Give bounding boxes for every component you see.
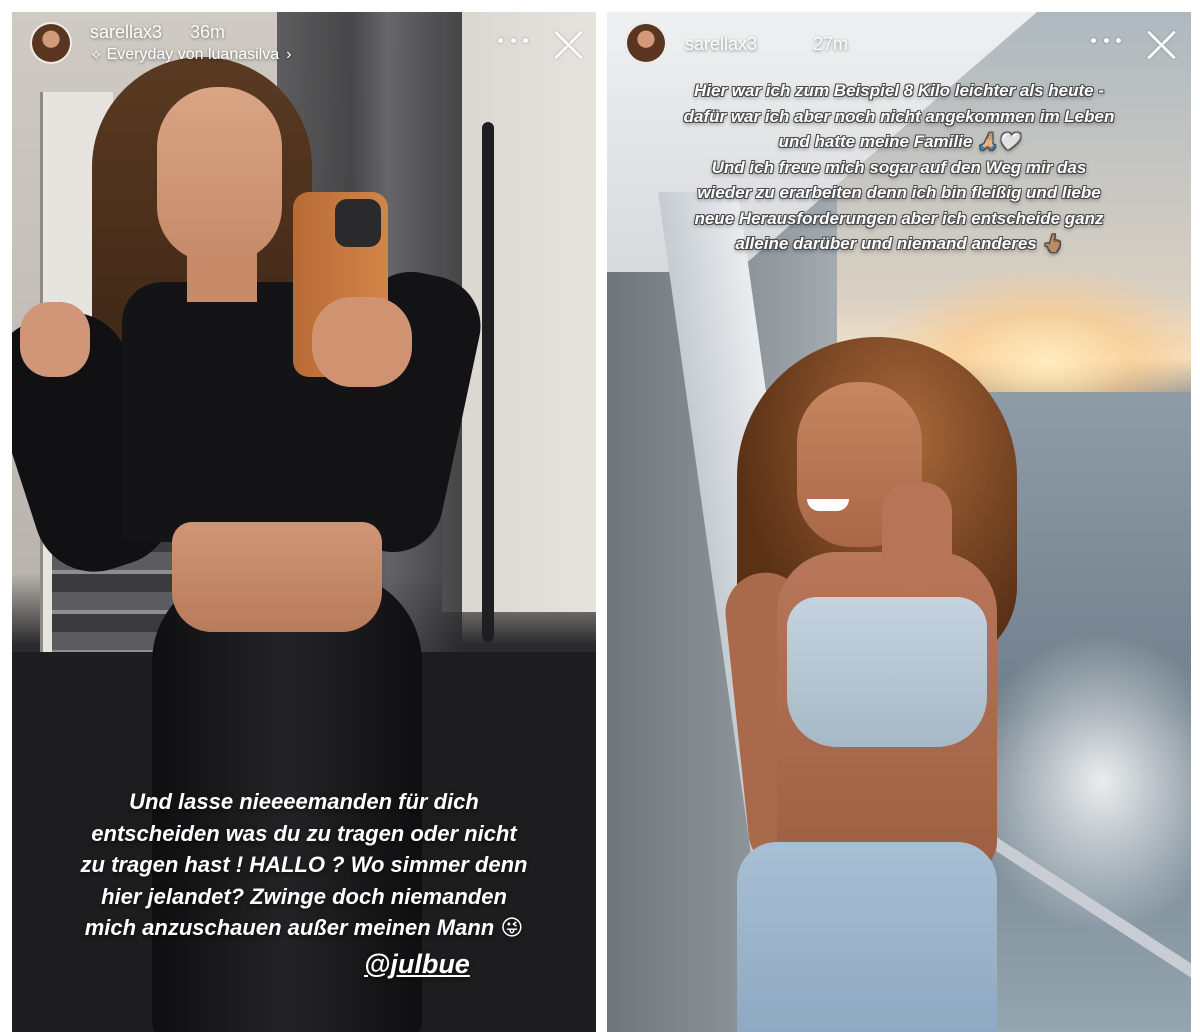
caption-line: und hatte meine Familie 🙏🏼🤍 [778,132,1020,151]
caption-line: hier jelandet? Zwinge doch niemanden [101,883,507,909]
close-icon[interactable] [552,28,584,60]
chevron-right-icon: › [286,46,292,63]
music-attribution[interactable]: ✧ Everyday von luanasilva › [90,46,291,64]
story-caption: Und lasse nieeeemanden für dich entschei… [32,786,576,944]
more-options-icon[interactable] [498,32,528,48]
caption-line: wieder zu erarbeiten denn ich bin fleißi… [697,183,1101,202]
post-time: 36m [190,22,226,42]
post-time: 27m [813,34,849,54]
username[interactable]: sarellax3 [685,34,757,55]
avatar[interactable] [30,22,72,64]
story-header: sarellax3 36m ✧ Everyday von luanasilva … [12,12,596,92]
avatar[interactable] [625,22,667,64]
caption-line: mich anzuschauen außer meinen Mann 😜 [84,915,524,940]
caption-line: dafür war ich aber noch nicht angekommen… [683,106,1115,126]
caption-line: alleine darüber und niemand anderes 👆🏽 [735,234,1063,253]
mention-tag[interactable]: @julbue [364,949,470,980]
story-caption: Hier war ich zum Beispiel 8 Kilo leichte… [627,78,1171,257]
username[interactable]: sarellax3 [90,22,162,43]
music-label: Everyday von luanasilva [106,46,280,63]
caption-line: neue Herausforderungen aber ich entschei… [694,208,1104,228]
story-left[interactable]: sarellax3 36m ✧ Everyday von luanasilva … [12,12,596,1032]
caption-line: Hier war ich zum Beispiel 8 Kilo leichte… [693,81,1105,100]
more-options-icon[interactable] [1091,32,1121,48]
story-right[interactable]: sarellax3 27m Hier war ich zum Beispiel … [607,12,1191,1032]
caption-line: Und ich freue mich sogar auf den Weg mir… [711,157,1087,177]
caption-line: entscheiden was du zu tragen oder nicht [91,820,517,846]
sparkle-music-icon: ✧ [90,47,103,64]
close-icon[interactable] [1145,28,1177,60]
caption-line: zu tragen hast ! HALLO ? Wo simmer denn [80,852,528,877]
caption-line: Und lasse nieeeemanden für dich [129,789,479,814]
